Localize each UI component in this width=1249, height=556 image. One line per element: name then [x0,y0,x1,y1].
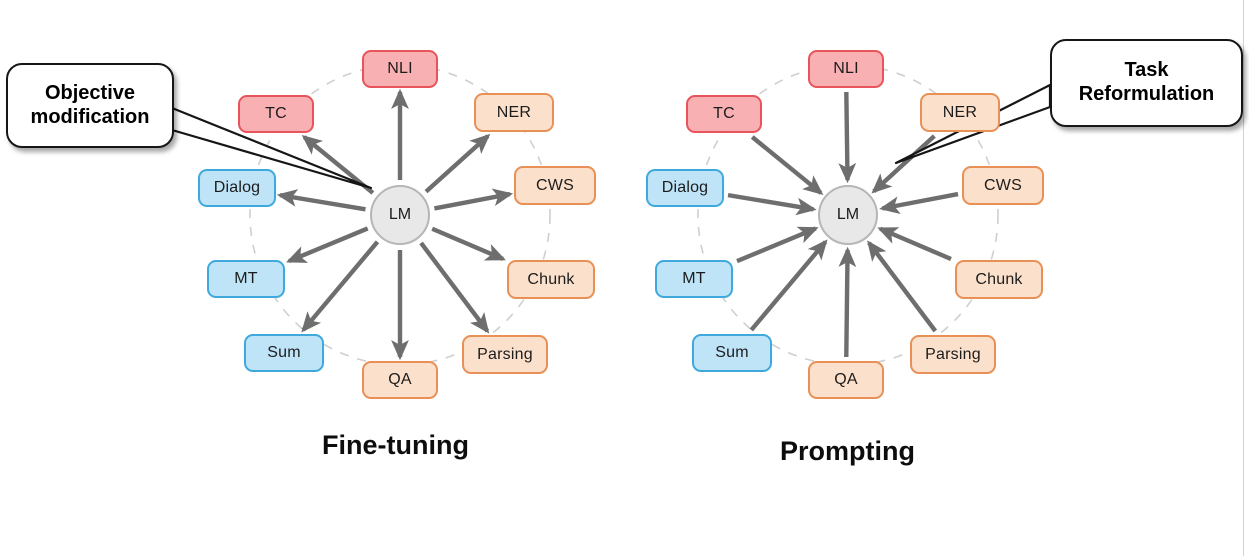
arrow-cws-to-lm [879,191,959,215]
task-node-tc[interactable]: TC [686,95,762,133]
task-node-label: NLI [833,60,859,77]
task-node-qa[interactable]: QA [808,361,884,399]
task-node-label: Sum [267,344,301,361]
arrow-parsing-to-lm [867,240,938,333]
arrow-sum-to-lm [749,239,828,332]
task-node-cws[interactable]: CWS [962,166,1044,205]
task-node-label: Parsing [925,345,981,363]
callout-line-1: Objective [44,81,136,104]
task-node-label: QA [388,371,412,388]
lm-circle-fine-tuning[interactable]: LM [370,185,430,245]
task-node-qa[interactable]: QA [362,361,438,399]
task-node-label: CWS [984,176,1022,194]
task-node-ner[interactable]: NER [920,93,1000,132]
task-node-parsing[interactable]: Parsing [462,335,548,374]
arrow-qa-to-lm [838,246,857,358]
lm-circle-prompting[interactable]: LM [818,185,878,245]
callout-text: Objective modification [21,82,160,129]
task-node-ner[interactable]: NER [474,93,554,132]
task-node-cws[interactable]: CWS [514,166,596,205]
task-node-label: Parsing [477,345,533,363]
task-node-chunk[interactable]: Chunk [955,260,1043,299]
arrow-ner-to-lm [871,134,936,194]
task-node-label: NER [496,103,532,121]
arrow-nli-to-lm [838,91,857,184]
task-node-label: QA [834,371,858,388]
arrow-lm-to-chunk [431,226,506,262]
task-node-label: Chunk [527,270,575,288]
guide-circles [249,64,999,366]
task-node-label: TC [713,105,735,122]
diagram-canvas: NLI TC NER Dialog CWS MT Chunk Sum Parsing QA NLI T… [0,0,1249,556]
callout-line-2: modification [30,105,150,128]
task-node-label: Chunk [975,270,1023,288]
task-node-label: Dialog [661,179,709,196]
task-node-label: MT [234,270,258,287]
task-node-label: TC [265,105,287,122]
task-node-sum[interactable]: Sum [244,334,324,372]
arrow-lm-to-sum [301,240,380,333]
task-node-tc[interactable]: TC [238,95,314,133]
task-node-mt[interactable]: MT [655,260,733,298]
callout-objective-modification[interactable]: Objective modification [6,63,174,148]
task-node-nli[interactable]: NLI [362,50,438,88]
lm-label: LM [836,206,860,223]
callout-task-reformulation[interactable]: Task Reformulation [1050,39,1243,127]
arrow-lm-to-parsing [419,241,490,334]
task-node-label: Dialog [213,179,261,196]
task-node-label: NLI [387,60,413,77]
arrow-lm-to-cws [433,188,514,211]
task-node-parsing[interactable]: Parsing [910,335,996,374]
task-node-label: MT [682,270,706,287]
slide-edge [1243,0,1244,556]
arrow-lm-to-dialog [276,189,366,212]
arrow-lm-to-ner [424,133,491,194]
callout-line-2: Reformulation [1078,83,1215,105]
panel-caption-fine-tuning: Fine-tuning [322,430,469,460]
callout-text: Task Reformulation [1069,59,1225,106]
panel-caption-prompting: Prompting [780,436,915,466]
task-node-sum[interactable]: Sum [692,334,772,372]
task-node-label: Sum [715,344,749,361]
task-node-dialog[interactable]: Dialog [198,169,276,207]
arrow-chunk-to-lm [877,226,952,262]
task-node-dialog[interactable]: Dialog [646,169,724,207]
task-node-label: CWS [536,176,574,194]
task-node-nli[interactable]: NLI [808,50,884,88]
arrow-mt-to-lm [736,226,819,264]
task-node-label: NER [942,103,978,121]
callout-line-1: Task [1124,59,1169,82]
task-node-mt[interactable]: MT [207,260,285,298]
arrow-tc-to-lm [750,135,824,195]
arrow-lm-to-mt [286,226,369,264]
lm-label: LM [388,206,412,223]
arrow-dialog-to-lm [727,192,817,216]
task-node-chunk[interactable]: Chunk [507,260,595,299]
